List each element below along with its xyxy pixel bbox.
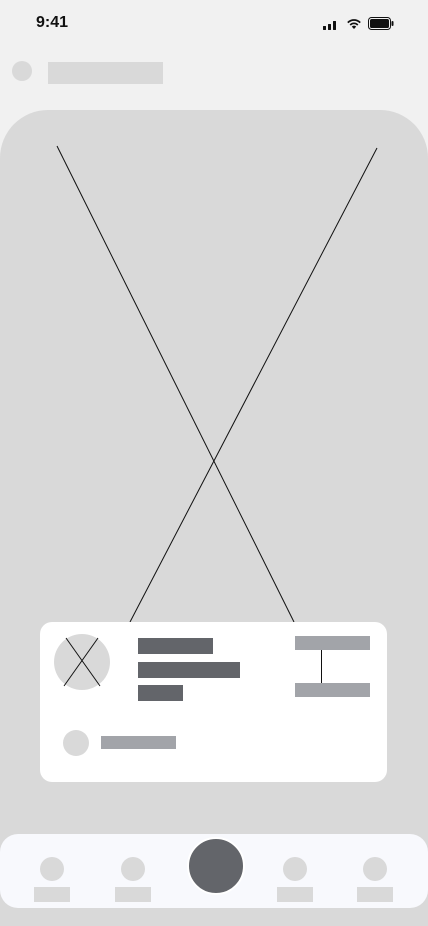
primary-action-button[interactable] <box>187 837 245 895</box>
status-icons <box>322 17 394 30</box>
route-connector <box>321 649 322 685</box>
header-avatar[interactable] <box>12 61 32 81</box>
card-title-line <box>138 638 213 654</box>
tab-2-icon <box>121 857 145 881</box>
battery-icon <box>368 17 394 30</box>
tab-3-icon <box>283 857 307 881</box>
cellular-signal-icon <box>323 20 336 30</box>
tab-4-icon <box>363 857 387 881</box>
tab-item-4[interactable] <box>357 834 397 908</box>
card-user-avatar[interactable] <box>63 730 89 756</box>
header-title <box>48 62 163 84</box>
tab-1-icon <box>40 857 64 881</box>
card-thumbnail-icon <box>54 634 110 690</box>
tab-1-label <box>34 887 70 902</box>
info-card[interactable] <box>40 622 387 782</box>
tab-2-label <box>115 887 151 902</box>
tab-item-3[interactable] <box>277 834 317 908</box>
tab-3-label <box>277 887 313 902</box>
app-screen: 9:41 <box>0 0 428 926</box>
tab-item-1[interactable] <box>34 834 74 908</box>
status-time: 9:41 <box>36 14 69 31</box>
route-start-label <box>295 636 370 650</box>
route-end-label <box>295 683 370 697</box>
card-subtitle-line <box>138 662 240 678</box>
wifi-icon <box>347 18 361 29</box>
main-media-placeholder[interactable] <box>0 110 428 926</box>
card-detail-line <box>138 685 183 701</box>
card-user-label <box>101 736 176 749</box>
tab-4-label <box>357 887 393 902</box>
tab-item-2[interactable] <box>115 834 155 908</box>
image-placeholder-icon <box>56 145 378 623</box>
